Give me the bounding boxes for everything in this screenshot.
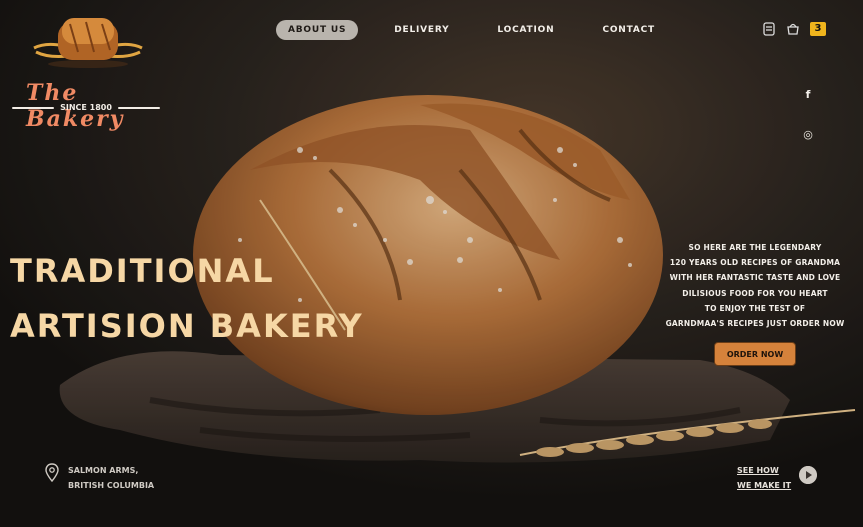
nav-item-delivery[interactable]: DELIVERY — [382, 20, 461, 40]
nav-item-contact[interactable]: CONTACT — [590, 20, 667, 40]
headline-line-1: TRADITIONAL — [10, 252, 275, 290]
cart-count-badge[interactable]: 3 — [810, 22, 826, 36]
basket-icon[interactable] — [786, 22, 800, 36]
order-now-button[interactable]: ORDER NOW — [714, 342, 796, 366]
divider-right — [117, 106, 161, 109]
brand-since: SINCE 1800 — [12, 103, 161, 112]
hero-headline: TRADITIONAL ARTISION BAKERY — [10, 244, 364, 354]
see-how-line-2: WE MAKE IT — [737, 481, 792, 490]
instagram-icon[interactable]: ◎ — [801, 128, 815, 142]
location-line-2: BRITISH COLUMBIA — [68, 481, 155, 490]
description-line: DILISIOUS FOOD FOR YOU HEART — [682, 288, 828, 298]
headline-line-2: ARTISION BAKERY — [10, 307, 364, 345]
main-nav: ABOUT US DELIVERY LOCATION CONTACT — [276, 20, 691, 40]
location-line-1: SALMON ARMS, — [68, 466, 139, 475]
description-line: WITH HER FANTASTIC TASTE AND LOVE — [669, 273, 841, 283]
map-pin-icon — [45, 463, 59, 483]
see-how-line-1: SEE HOW — [737, 466, 779, 475]
description-line: SO HERE ARE THE LEGENDARY — [688, 243, 822, 252]
nav-item-about-us[interactable]: ABOUT US — [276, 20, 359, 40]
nav-item-location[interactable]: LOCATION — [485, 20, 566, 40]
description-line: 120 YEARS OLD RECIPES OF GRANDMA — [669, 258, 841, 268]
since-text: SINCE 1800 — [60, 103, 112, 112]
play-icon[interactable] — [799, 466, 817, 484]
location-info: SALMON ARMS, BRITISH COLUMBIA — [44, 463, 154, 493]
hero-description: SO HERE ARE THE LEGENDARY 120 YEARS OLD … — [658, 240, 852, 331]
bread-logo-icon — [33, 18, 143, 68]
bakery-logo[interactable]: The Bakery — [10, 10, 165, 132]
social-links: f ◎ — [801, 88, 815, 142]
see-how-link[interactable]: SEE HOW WE MAKE IT — [737, 463, 791, 493]
description-line: GARNDMAA'S RECIPES JUST ORDER NOW — [665, 319, 845, 329]
description-line: TO ENJOY THE TEST OF — [704, 303, 806, 313]
header-actions: 3 — [762, 22, 826, 36]
divider-left — [12, 106, 55, 109]
facebook-icon[interactable]: f — [801, 88, 815, 102]
receipt-icon[interactable] — [762, 22, 776, 36]
